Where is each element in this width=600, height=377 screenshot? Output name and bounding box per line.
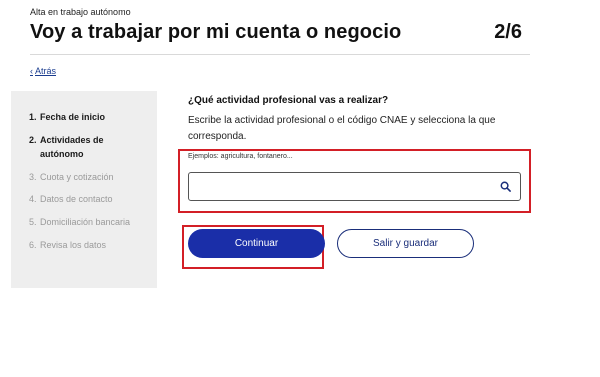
sidebar-step-5: 5. Domiciliación bancaria <box>29 215 130 229</box>
sidebar-step-2: 2. Actividades de autónomo <box>29 133 104 161</box>
activity-search-field[interactable] <box>188 172 521 201</box>
step-number: 6. <box>29 240 37 250</box>
activity-search-input[interactable] <box>195 174 489 201</box>
step-label: Revisa los datos <box>40 240 107 250</box>
search-hint: Ejemplos: agricultura, fontanero... <box>188 153 293 160</box>
step-number: 1. <box>29 112 37 122</box>
continue-button[interactable]: Continuar <box>188 229 325 258</box>
step-number: 4. <box>29 194 37 204</box>
page-overline: Alta en trabajo autónomo <box>30 7 131 17</box>
step-label: Cuota y cotización <box>40 172 114 182</box>
page-header: Alta en trabajo autónomo Voy a trabajar … <box>0 0 600 56</box>
step-label-line2: autónomo <box>40 149 84 159</box>
step-label: Datos de contacto <box>40 194 113 204</box>
step-number: 3. <box>29 172 37 182</box>
page-title: Voy a trabajar por mi cuenta o negocio <box>30 21 402 43</box>
search-icon[interactable] <box>500 181 511 192</box>
activity-description: Escribe la actividad profesional o el có… <box>188 115 496 142</box>
step-label: Actividades de <box>40 135 104 145</box>
save-and-exit-button[interactable]: Salir y guardar <box>337 229 474 258</box>
back-link-label: Atrás <box>35 66 57 76</box>
step-number: 2. <box>29 135 37 145</box>
step-number: 5. <box>29 217 37 227</box>
sidebar-step-1: 1. Fecha de inicio <box>29 110 105 124</box>
steps-sidebar: 1. Fecha de inicio 2. Actividades de autón… <box>11 91 157 288</box>
back-link[interactable]: ‹ Atrás <box>30 66 56 76</box>
sidebar-step-6: 6. Revisa los datos <box>29 238 106 252</box>
activity-question: ¿Qué actividad profesional vas a realiza… <box>188 95 389 106</box>
sidebar-step-3: 3. Cuota y cotización <box>29 170 114 184</box>
step-counter: 2/6 <box>494 21 522 43</box>
step-label: Domiciliación bancaria <box>40 217 131 227</box>
sidebar-step-4: 4. Datos de contacto <box>29 192 113 206</box>
title-divider <box>30 54 530 55</box>
chevron-left-icon: ‹ <box>30 66 33 76</box>
step-label: Fecha de inicio <box>40 112 106 122</box>
